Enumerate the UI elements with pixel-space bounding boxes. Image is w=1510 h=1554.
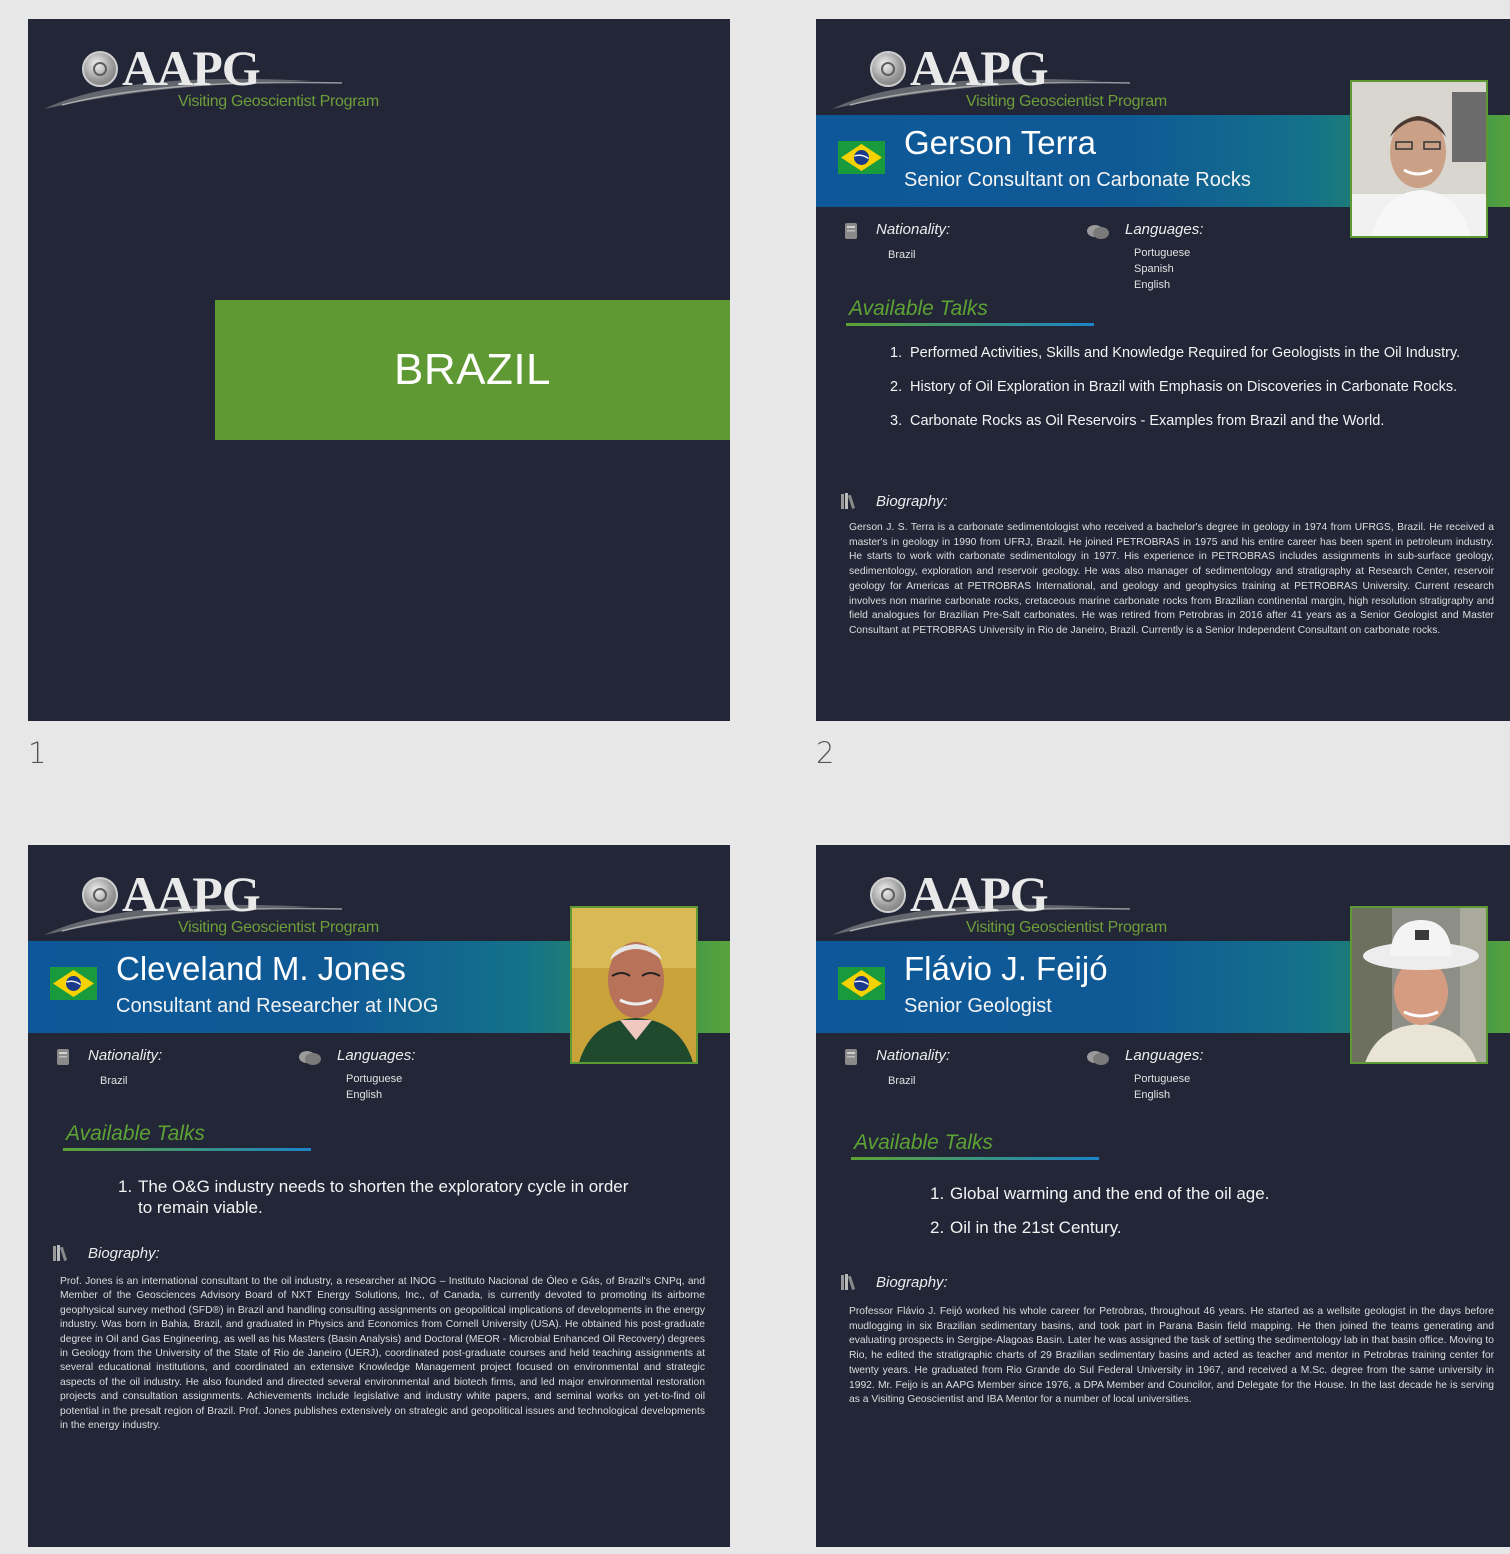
- languages-label: Languages:: [1125, 1047, 1204, 1064]
- talks-underline: [846, 323, 1094, 326]
- languages-list: Portuguese Spanish English: [1134, 245, 1190, 293]
- aapg-seal-icon: [82, 51, 118, 87]
- biography-label: Biography:: [88, 1245, 160, 1262]
- aapg-seal-icon: [870, 51, 906, 87]
- language-item: Spanish: [1134, 263, 1174, 275]
- slide-thumbnail-3[interactable]: AAPG Visiting Geoscientist Program Cleve…: [28, 845, 730, 1547]
- aapg-logo: AAPG Visiting Geoscientist Program: [830, 31, 1190, 111]
- nationality-label: Nationality:: [88, 1047, 163, 1064]
- chat-bubbles-icon: [1086, 224, 1110, 240]
- languages-label: Languages:: [337, 1047, 416, 1064]
- chat-bubbles-icon: [1086, 1050, 1110, 1066]
- biography-text: Prof. Jones is an international consulta…: [60, 1276, 705, 1432]
- section-title: BRAZIL: [393, 345, 552, 394]
- nationality-value: Brazil: [888, 249, 916, 261]
- nationality-value: Brazil: [888, 1075, 916, 1087]
- talks-heading: Available Talks: [66, 1122, 205, 1145]
- talks-heading: Available Talks: [854, 1131, 993, 1154]
- languages-label: Languages:: [1125, 221, 1204, 238]
- logo-subtitle: Visiting Geoscientist Program: [966, 93, 1167, 110]
- language-item: Portuguese: [346, 1073, 403, 1085]
- speaker-title: Consultant and Researcher at INOG: [116, 995, 439, 1017]
- speaker-name: Flávio J. Feijó: [904, 950, 1108, 987]
- language-item: English: [346, 1089, 383, 1101]
- logo-subtitle: Visiting Geoscientist Program: [178, 93, 379, 110]
- languages-list: Portuguese English: [1134, 1071, 1190, 1103]
- aapg-logo: AAPG Visiting Geoscientist Program: [830, 857, 1190, 937]
- brazil-flag-icon: [50, 967, 97, 1000]
- talks-underline: [63, 1148, 311, 1151]
- speaker-title: Senior Geologist: [904, 995, 1052, 1017]
- language-item: English: [1134, 279, 1171, 291]
- brazil-flag-icon: [838, 967, 885, 1000]
- language-item: English: [1134, 1089, 1171, 1101]
- section-title-band: BRAZIL: [215, 300, 730, 440]
- speaker-name: Cleveland M. Jones: [116, 950, 406, 987]
- aapg-logo: AAPG Visiting Geoscientist Program: [42, 31, 402, 111]
- brazil-flag-icon: [838, 141, 885, 174]
- passport-icon: [844, 1048, 858, 1066]
- talk-item: 1. Global warming and the end of the oil …: [930, 1184, 1270, 1203]
- talks-list: 1. Performed Activities, Skills and Knowl…: [890, 344, 1480, 430]
- languages-list: Portuguese English: [346, 1071, 402, 1103]
- chat-bubbles-icon: [298, 1050, 322, 1066]
- passport-icon: [56, 1048, 70, 1066]
- talk-item: 1. Performed Activities, Skills and Knowl…: [890, 345, 1461, 361]
- talk-item: 1. The O&G industry needs to shorten the …: [118, 1177, 629, 1217]
- biography-label: Biography:: [876, 493, 948, 510]
- talks-list: 1. The O&G industry needs to shorten the …: [118, 1176, 638, 1218]
- talks-heading: Available Talks: [849, 297, 988, 320]
- nationality-label: Nationality:: [876, 221, 951, 238]
- slide-number: 2: [816, 736, 835, 770]
- slide-number: 1: [28, 736, 47, 770]
- speaker-photo: [1350, 906, 1488, 1064]
- nationality-value: Brazil: [100, 1075, 128, 1087]
- aapg-seal-icon: [870, 877, 906, 913]
- biography-text: Professor Flávio J. Feijó worked his who…: [849, 1306, 1494, 1406]
- biography-text: Gerson J. S. Terra is a carbonate sedime…: [849, 522, 1494, 636]
- aapg-seal-icon: [82, 877, 118, 913]
- slide-thumbnail-1[interactable]: AAPG Visiting Geoscientist Program BRAZI…: [28, 19, 730, 721]
- logo-subtitle: Visiting Geoscientist Program: [966, 919, 1167, 936]
- slide-thumbnail-4[interactable]: AAPG Visiting Geoscientist Program Flávi…: [816, 845, 1510, 1547]
- slide-thumbnail-2[interactable]: AAPG Visiting Geoscientist Program Gerso…: [816, 19, 1510, 721]
- talk-item: 2. History of Oil Exploration in Brazil w…: [890, 379, 1458, 395]
- speaker-photo: [1350, 80, 1488, 238]
- language-item: Portuguese: [1134, 247, 1191, 259]
- speaker-photo: [570, 906, 698, 1064]
- talks-underline: [851, 1157, 1099, 1160]
- biography-label: Biography:: [876, 1274, 948, 1291]
- talk-item: 2. Oil in the 21st Century.: [930, 1218, 1122, 1237]
- nationality-label: Nationality:: [876, 1047, 951, 1064]
- talk-item: 3. Carbonate Rocks as Oil Reservoirs - Ex…: [890, 413, 1385, 429]
- books-icon: [52, 1244, 72, 1262]
- books-icon: [840, 1273, 860, 1291]
- language-item: Portuguese: [1134, 1073, 1191, 1085]
- books-icon: [840, 492, 860, 510]
- speaker-title: Senior Consultant on Carbonate Rocks: [904, 169, 1251, 191]
- talks-list: 1. Global warming and the end of the oil …: [930, 1183, 1450, 1238]
- passport-icon: [844, 222, 858, 240]
- speaker-name: Gerson Terra: [904, 124, 1096, 161]
- logo-subtitle: Visiting Geoscientist Program: [178, 919, 379, 936]
- aapg-logo: AAPG Visiting Geoscientist Program: [42, 857, 402, 937]
